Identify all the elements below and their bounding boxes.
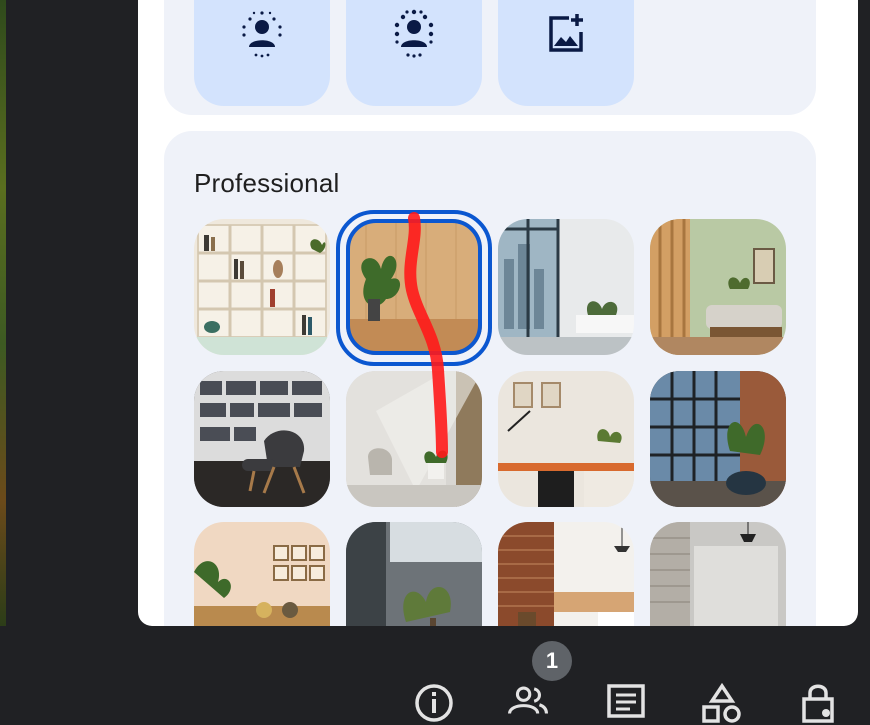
activities-button[interactable]: [700, 681, 744, 725]
full-blur-tile[interactable]: [346, 0, 482, 106]
people-button[interactable]: [506, 681, 550, 725]
background-concrete-chair[interactable]: [346, 371, 482, 507]
add-photo-icon: [549, 14, 583, 52]
meeting-details-button[interactable]: [412, 681, 456, 725]
background-home-office[interactable]: [498, 371, 634, 507]
chat-button[interactable]: [604, 681, 648, 725]
portrait-blur-icon: [394, 9, 434, 58]
background-courtyard[interactable]: [346, 522, 482, 626]
lock-person-icon: [802, 684, 834, 723]
shapes-icon: [702, 682, 741, 723]
slight-blur-tile[interactable]: [194, 0, 330, 106]
background-library-chair[interactable]: [194, 371, 330, 507]
background-bookshelf[interactable]: [194, 219, 330, 355]
chat-icon: [607, 684, 645, 718]
portrait-blur-icon: [242, 11, 282, 58]
background-city-window[interactable]: [498, 219, 634, 355]
selected-outline-inner: [346, 219, 482, 355]
info-icon: [415, 684, 453, 722]
background-wallpaper-edge: [0, 0, 6, 626]
background-loft-window[interactable]: [650, 371, 786, 507]
background-effects-panel: Professional: [138, 0, 858, 626]
background-brick-cafe[interactable]: [498, 522, 634, 626]
host-controls-button[interactable]: [796, 681, 840, 725]
upload-background-tile[interactable]: [498, 0, 634, 106]
notification-count-badge: 1: [532, 641, 572, 681]
background-frames-wall[interactable]: [194, 522, 330, 626]
blur-effects-card: [164, 0, 816, 115]
background-frosted-window[interactable]: [650, 522, 786, 626]
people-icon: [507, 686, 549, 715]
background-green-room[interactable]: [650, 219, 786, 355]
section-title: Professional: [194, 168, 340, 198]
